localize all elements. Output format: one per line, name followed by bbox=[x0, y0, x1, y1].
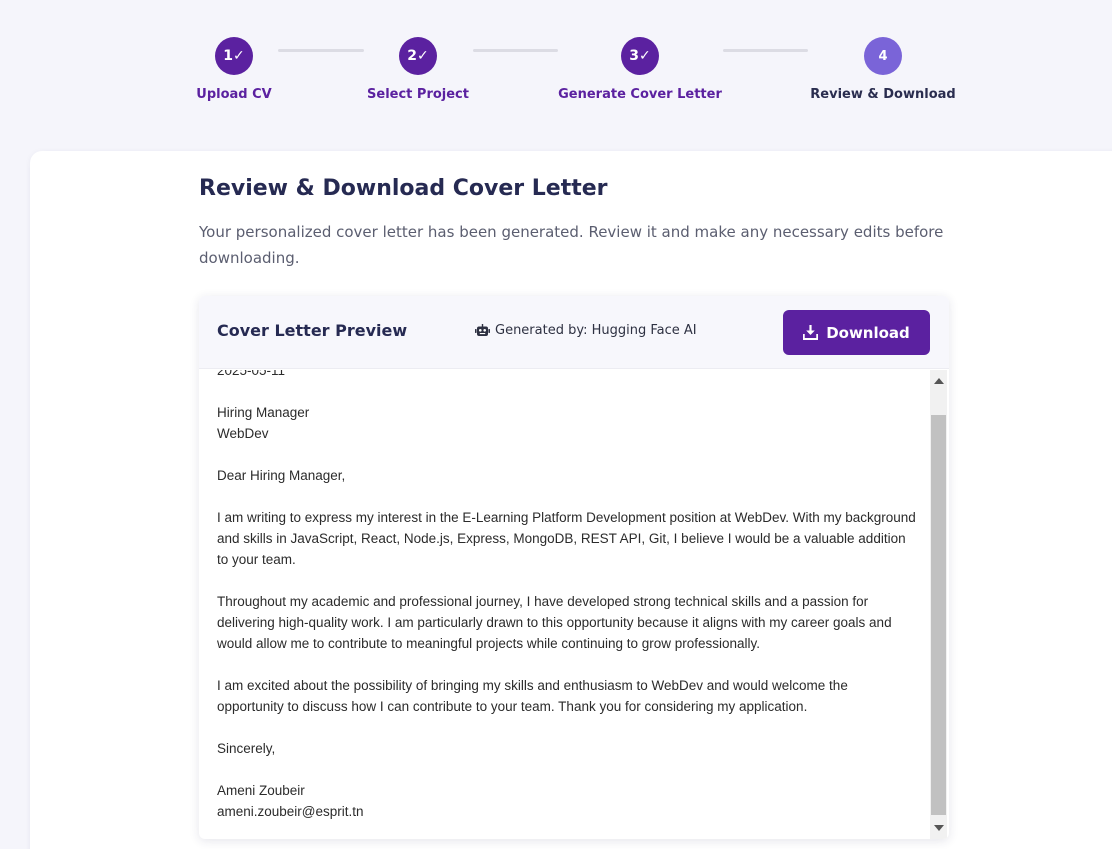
letter-paragraph: Throughout my academic and professional … bbox=[217, 594, 892, 651]
step-upload-cv[interactable]: 1✓ Upload CV bbox=[149, 37, 319, 102]
scroll-up-arrow[interactable] bbox=[934, 378, 944, 384]
page-description: Your personalized cover letter has been … bbox=[199, 223, 944, 267]
cover-letter-text: 2025-05-11 Hiring Manager WebDev Dear Hi… bbox=[217, 370, 917, 822]
letter-signature-name: Ameni Zoubeir bbox=[217, 783, 305, 798]
step-label: Review & Download bbox=[810, 87, 956, 102]
letter-paragraph: I am writing to express my interest in t… bbox=[217, 510, 916, 567]
preview-title: Cover Letter Preview bbox=[217, 321, 408, 340]
letter-date: 2025-05-11 bbox=[217, 370, 286, 378]
progress-stepper: 1✓ Upload CV 2✓ Select Project 3✓ Genera… bbox=[0, 0, 1112, 140]
generated-by-info: Generated by: Hugging Face AI bbox=[475, 323, 697, 338]
robot-icon bbox=[475, 324, 490, 337]
step-connector bbox=[723, 49, 808, 52]
step-label: Select Project bbox=[367, 87, 469, 102]
scroll-down-arrow[interactable] bbox=[934, 825, 944, 831]
step-select-project[interactable]: 2✓ Select Project bbox=[333, 37, 503, 102]
letter-recipient: Hiring Manager bbox=[217, 405, 310, 420]
letter-company: WebDev bbox=[217, 426, 269, 441]
step-badge: 4 bbox=[864, 37, 902, 75]
preview-header: Cover Letter Preview Generated by: Huggi… bbox=[199, 296, 949, 369]
step-badge: 2✓ bbox=[399, 37, 437, 75]
scrollbar-thumb[interactable] bbox=[931, 415, 946, 815]
step-badge: 1✓ bbox=[215, 37, 253, 75]
cover-letter-content[interactable]: 2025-05-11 Hiring Manager WebDev Dear Hi… bbox=[199, 370, 949, 839]
download-button[interactable]: Download bbox=[783, 310, 930, 355]
letter-salutation: Dear Hiring Manager, bbox=[217, 468, 346, 483]
letter-scrollbar[interactable] bbox=[930, 370, 947, 839]
step-label: Generate Cover Letter bbox=[558, 87, 722, 102]
download-label: Download bbox=[826, 323, 910, 342]
step-badge: 3✓ bbox=[621, 37, 659, 75]
generated-by-label: Generated by: Hugging Face AI bbox=[495, 323, 697, 338]
letter-signature-email: ameni.zoubeir@esprit.tn bbox=[217, 804, 364, 819]
step-generate-cover-letter[interactable]: 3✓ Generate Cover Letter bbox=[555, 37, 725, 102]
letter-closing: Sincerely, bbox=[217, 741, 276, 756]
letter-paragraph: I am excited about the possibility of br… bbox=[217, 678, 848, 714]
step-label: Upload CV bbox=[196, 87, 272, 102]
download-icon bbox=[803, 325, 819, 340]
page-title: Review & Download Cover Letter bbox=[199, 176, 608, 201]
cover-letter-preview-panel: Cover Letter Preview Generated by: Huggi… bbox=[199, 296, 949, 839]
step-review-download[interactable]: 4 Review & Download bbox=[798, 37, 968, 102]
